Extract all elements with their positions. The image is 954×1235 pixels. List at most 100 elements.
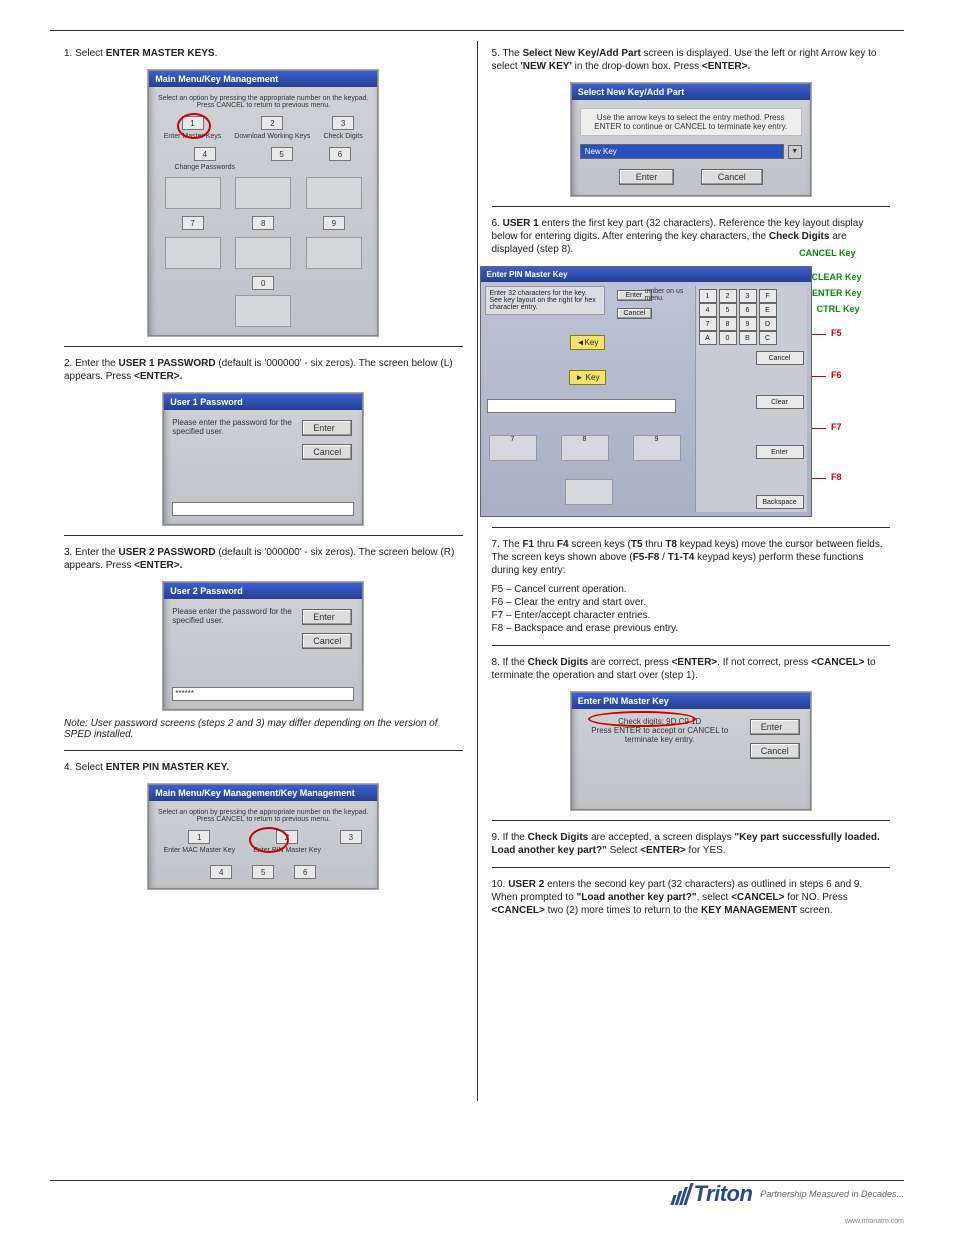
- cancel-button[interactable]: Cancel: [701, 169, 763, 185]
- step3-prompt: Please enter the password for the specif…: [172, 607, 294, 651]
- enter-button[interactable]: Enter: [302, 609, 352, 625]
- side-backspace-button[interactable]: Backspace: [756, 495, 804, 509]
- sep: [64, 346, 463, 347]
- pad-key[interactable]: F: [759, 289, 777, 303]
- cell-pin: Enter PIN Master Key: [253, 847, 321, 854]
- step5-prompt: Use the arrow keys to select the entry m…: [580, 108, 802, 136]
- sep: [64, 535, 463, 536]
- key-4[interactable]: 4: [210, 865, 232, 879]
- enter-button[interactable]: Enter: [302, 420, 352, 436]
- step1-titlebar: Main Menu/Key Management: [149, 71, 377, 87]
- brand-tagline: Partnership Measured in Decades...: [760, 1189, 904, 1199]
- key-1[interactable]: 1: [188, 830, 210, 844]
- pad-key[interactable]: A: [699, 331, 717, 345]
- right-key[interactable]: ► Key: [569, 370, 607, 385]
- step1-bold: ENTER MASTER KEYS: [106, 48, 215, 59]
- key-5[interactable]: 5: [271, 147, 293, 161]
- sep: [492, 206, 891, 207]
- pad-key[interactable]: E: [759, 303, 777, 317]
- ann-f8: F8: [831, 472, 842, 482]
- top-rule: [50, 30, 904, 31]
- step5-titlebar: Select New Key/Add Part: [572, 84, 810, 100]
- key-3[interactable]: 3: [332, 116, 354, 130]
- key-6[interactable]: 6: [294, 865, 316, 879]
- pad-key[interactable]: 9: [739, 317, 757, 331]
- ann-clear: CLEAR Key: [811, 272, 861, 282]
- step1-num: 1.: [64, 48, 75, 59]
- step7-f7: F7 – Enter/accept character entries.: [492, 609, 891, 622]
- sep: [492, 867, 891, 868]
- key-6[interactable]: 6: [329, 147, 351, 161]
- empty-cell: [165, 177, 221, 209]
- brand-row: Triton Partnership Measured in Decades..…: [50, 1181, 904, 1217]
- enter-button[interactable]: Enter: [750, 719, 800, 735]
- pad-key[interactable]: 8: [719, 317, 737, 331]
- enter-button[interactable]: Enter: [619, 169, 675, 185]
- step6-leftpane: Enter 32 characters for the key. See key…: [485, 286, 691, 512]
- step7-f8: F8 – Backspace and erase previous entry.: [492, 622, 891, 635]
- pad-key[interactable]: 0: [719, 331, 737, 345]
- empty-cell: [235, 295, 291, 327]
- step6-num: 6.: [492, 218, 503, 229]
- key-3[interactable]: 3: [340, 830, 362, 844]
- step2-prompt: Please enter the password for the specif…: [172, 418, 294, 462]
- step4-hint: Select an option by pressing the appropr…: [157, 809, 369, 823]
- side-cancel-button[interactable]: Cancel: [756, 351, 804, 365]
- step6-titlebar: Enter PIN Master Key: [481, 267, 811, 282]
- step9-text: 9. If the Check Digits are accepted, a s…: [492, 831, 891, 857]
- dropdown-arrow-icon[interactable]: ▼: [788, 145, 802, 159]
- step6-rightpane: 123F 456E 789D A0BC Cancel Clear Enter B…: [695, 286, 807, 512]
- key-1[interactable]: 1: [182, 116, 204, 130]
- side-clear-button[interactable]: Clear: [756, 395, 804, 409]
- key-5[interactable]: 5: [252, 865, 274, 879]
- key-entry-field[interactable]: [487, 399, 677, 413]
- step8-check: Check digits: 9D C9 1D: [580, 717, 740, 726]
- empty-cell: [235, 177, 291, 209]
- key-7[interactable]: 7: [182, 216, 204, 230]
- cell-download: Download Working Keys: [234, 133, 310, 140]
- step7-f6: F6 – Clear the entry and start over.: [492, 596, 891, 609]
- step4-titlebar: Main Menu/Key Management/Key Management: [149, 785, 377, 801]
- pad-key[interactable]: 1: [699, 289, 717, 303]
- key-4[interactable]: 4: [194, 147, 216, 161]
- pad-key[interactable]: 3: [739, 289, 757, 303]
- brand-site: www.tritonatm.com: [845, 1218, 904, 1225]
- side-enter-button[interactable]: Enter: [756, 445, 804, 459]
- step2-window: User 1 Password Please enter the passwor…: [163, 393, 363, 525]
- step1-text: 1. Select ENTER MASTER KEYS.: [64, 47, 463, 60]
- pad-key[interactable]: 7: [699, 317, 717, 331]
- cancel-button[interactable]: Cancel: [302, 444, 352, 460]
- step4-text: 4. Select ENTER PIN MASTER KEY.: [64, 761, 463, 774]
- step10-text: 10. USER 2 enters the second key part (3…: [492, 878, 891, 917]
- dropdown-selected[interactable]: New Key: [580, 144, 784, 159]
- pad-key[interactable]: C: [759, 331, 777, 345]
- empty-cell: [235, 237, 291, 269]
- pad-key[interactable]: B: [739, 331, 757, 345]
- ann-ctrl: CTRL Key: [817, 304, 860, 314]
- empty-cell: [306, 177, 362, 209]
- pad-key[interactable]: 4: [699, 303, 717, 317]
- pad-key[interactable]: D: [759, 317, 777, 331]
- password-field[interactable]: [172, 502, 354, 516]
- key-2[interactable]: 2: [261, 116, 283, 130]
- step2-titlebar: User 1 Password: [164, 394, 362, 410]
- key-2[interactable]: 2: [276, 830, 298, 844]
- pad-key[interactable]: 6: [739, 303, 757, 317]
- key-9[interactable]: 9: [323, 216, 345, 230]
- left-key[interactable]: ◄Key: [570, 335, 606, 350]
- step2-text: 2. Enter the USER 1 PASSWORD (default is…: [64, 357, 463, 383]
- pad-key[interactable]: 5: [719, 303, 737, 317]
- key-8[interactable]: 8: [252, 216, 274, 230]
- ann-enter: ENTER Key: [812, 288, 862, 298]
- cancel-button[interactable]: Cancel: [750, 743, 800, 759]
- left-column: 1. Select ENTER MASTER KEYS. Main Menu/K…: [50, 41, 477, 1101]
- key-0[interactable]: 0: [252, 276, 274, 290]
- cancel-button[interactable]: Cancel: [617, 308, 653, 319]
- sep: [492, 527, 891, 528]
- cancel-button[interactable]: Cancel: [302, 633, 352, 649]
- step3-note: Note: User password screens (steps 2 and…: [64, 718, 463, 740]
- pad-key[interactable]: 2: [719, 289, 737, 303]
- password-field[interactable]: ******: [172, 687, 354, 701]
- empty-cell: 8: [561, 435, 609, 461]
- cell-enter-master: Enter Master Keys: [164, 133, 222, 140]
